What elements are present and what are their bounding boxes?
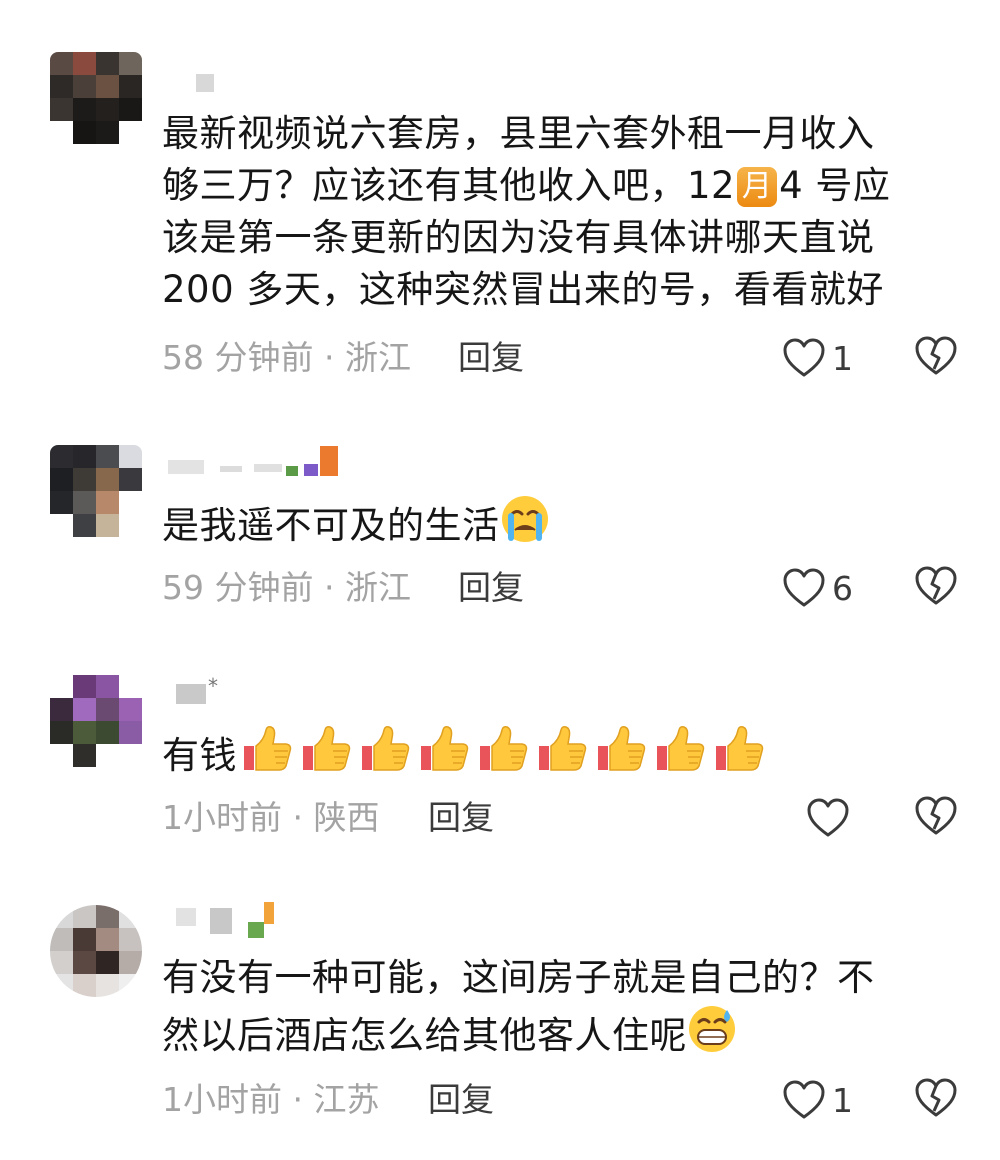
like-count: 6 xyxy=(832,568,853,608)
dislike-button[interactable] xyxy=(914,566,958,610)
thumbs-up-icon xyxy=(358,724,414,774)
thumbs-up-icon xyxy=(594,724,650,774)
comment-text-line: 最新视频说六套房，县里六套外租一月收入 xyxy=(162,112,875,155)
comment-text-line: 是我遥不可及的生活 xyxy=(162,504,500,547)
like-button[interactable]: 1 xyxy=(782,1078,853,1122)
broken-heart-icon xyxy=(914,566,958,606)
like-button[interactable]: 1 xyxy=(782,336,853,380)
grinning-sweat-face-icon xyxy=(687,1004,737,1054)
time-location: 59 分钟前 · 浙江 xyxy=(162,568,411,607)
heart-icon xyxy=(806,798,850,838)
avatar[interactable] xyxy=(50,52,142,144)
like-button[interactable] xyxy=(806,796,856,840)
thumbs-up-icon xyxy=(417,724,473,774)
thumbs-up-icon xyxy=(653,724,709,774)
thumbs-up-icon xyxy=(476,724,532,774)
dislike-button[interactable] xyxy=(914,796,958,840)
reply-button[interactable]: 回复 xyxy=(428,798,494,838)
heart-icon xyxy=(782,1080,826,1120)
avatar[interactable] xyxy=(50,675,142,767)
thumbs-up-icon xyxy=(535,724,591,774)
time-location: 1小时前 · 江苏 xyxy=(162,1080,380,1119)
thumbs-up-icon xyxy=(712,724,768,774)
like-count: 1 xyxy=(832,338,853,378)
dislike-button[interactable] xyxy=(914,336,958,380)
broken-heart-icon xyxy=(914,1078,958,1118)
avatar[interactable] xyxy=(50,905,142,997)
comment-text-line: 有没有一种可能，这间房子就是自己的？不 xyxy=(162,956,875,999)
like-count: 1 xyxy=(832,1080,853,1120)
time-location: 1小时前 · 陕西 xyxy=(162,798,380,837)
comment-text-line: 然以后酒店怎么给其他客人住呢 xyxy=(162,1004,942,1062)
time-location: 58 分钟前 · 浙江 xyxy=(162,338,411,377)
thumbs-up-icon xyxy=(240,724,296,774)
reply-button[interactable]: 回复 xyxy=(458,338,524,378)
like-button[interactable]: 6 xyxy=(782,566,853,610)
heart-icon xyxy=(782,568,826,608)
thumbs-up-icon xyxy=(299,724,355,774)
comment-text: 有钱 xyxy=(162,724,942,782)
comment-text-line: 该是第一条更新的因为没有具体讲哪天直说 xyxy=(162,216,875,259)
thumbs-up-row xyxy=(237,726,768,777)
comment-text: 最新视频说六套房，县里六套外租一月收入 够三万？应该还有其他收入吧，12 月 4 号… xyxy=(162,108,942,316)
broken-heart-icon xyxy=(914,336,958,376)
month-emoji-badge: 月 xyxy=(737,167,778,207)
comment-text: 有没有一种可能，这间房子就是自己的？不 然以后酒店怎么给其他客人住呢 xyxy=(162,952,942,1062)
crying-face-icon xyxy=(500,494,550,544)
comment-text-line: 200 多天，这种突然冒出来的号，看看就好 xyxy=(162,268,884,311)
username-fragment: * xyxy=(208,674,218,698)
avatar[interactable] xyxy=(50,445,142,537)
comment-text: 是我遥不可及的生活 xyxy=(162,494,942,552)
reply-button[interactable]: 回复 xyxy=(428,1080,494,1120)
dislike-button[interactable] xyxy=(914,1078,958,1122)
comment-text-line: 有钱 xyxy=(162,734,237,777)
reply-button[interactable]: 回复 xyxy=(458,568,524,608)
broken-heart-icon xyxy=(914,796,958,836)
heart-icon xyxy=(782,338,826,378)
comment-text-line: 够三万？应该还有其他收入吧，12 月 4 号应 xyxy=(162,164,891,207)
